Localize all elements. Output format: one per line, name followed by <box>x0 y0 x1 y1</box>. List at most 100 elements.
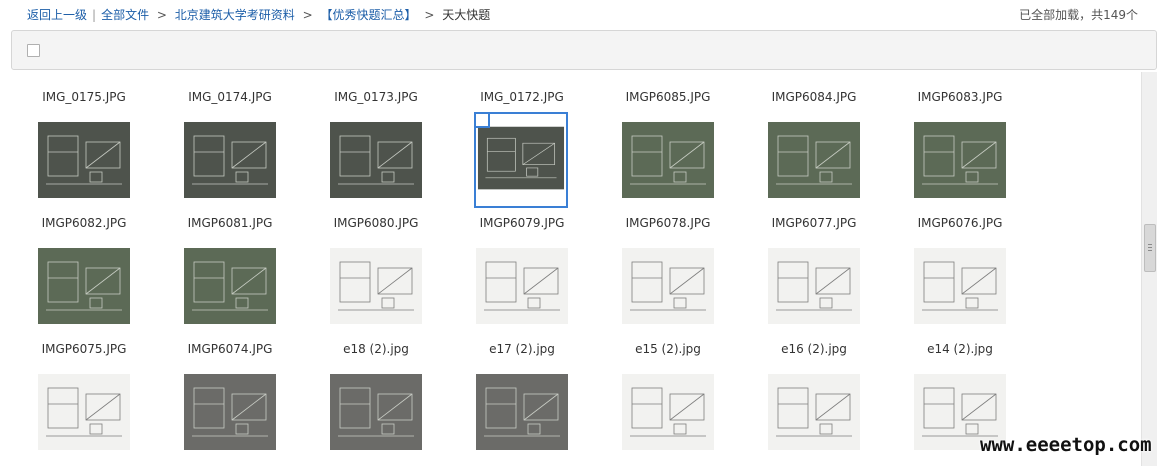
file-thumbnail[interactable] <box>474 112 568 208</box>
file-thumbnail[interactable] <box>38 248 130 324</box>
file-item[interactable]: e15 (2).jpg <box>595 322 741 450</box>
sketch-image-icon <box>184 374 276 450</box>
file-name: e16 (2).jpg <box>781 342 847 356</box>
file-item[interactable]: IMGP6085.JPG <box>595 70 741 198</box>
scrollbar-grip <box>1148 250 1152 251</box>
file-name: IMGP6085.JPG <box>625 90 711 104</box>
scrollbar-thumb[interactable] <box>1144 224 1156 272</box>
file-item[interactable]: IMGP6079.JPG <box>449 196 595 324</box>
breadcrumb-level1-link[interactable]: 北京建筑大学考研资料 <box>175 8 295 22</box>
file-name: e15 (2).jpg <box>635 342 701 356</box>
file-name: IMGP6081.JPG <box>187 216 273 230</box>
sketch-image-icon <box>914 122 1006 198</box>
sketch-image-icon <box>622 248 714 324</box>
file-item[interactable]: IMGP6078.JPG <box>595 196 741 324</box>
file-item[interactable]: IMG_0172.JPG <box>449 70 595 208</box>
file-thumbnail[interactable] <box>330 248 422 324</box>
back-link[interactable]: 返回上一级 <box>27 8 87 22</box>
file-thumbnail[interactable] <box>768 248 860 324</box>
file-thumbnail[interactable] <box>38 374 130 450</box>
file-thumbnail[interactable] <box>622 248 714 324</box>
file-name: e18 (2).jpg <box>343 342 409 356</box>
file-grid: IMG_0175.JPG IMG_0174.JPG IMG_0173.JPG IMG_… <box>11 70 1137 466</box>
file-item[interactable]: IMG_0175.JPG <box>11 70 157 198</box>
all-files-link[interactable]: 全部文件 <box>101 8 149 22</box>
breadcrumb-current: 天大快题 <box>442 8 491 22</box>
scrollbar-grip <box>1148 247 1152 248</box>
breadcrumb-separator: > <box>156 8 167 22</box>
file-thumbnail[interactable] <box>330 374 422 450</box>
file-item[interactable]: IMGP6074.JPG <box>157 322 303 450</box>
file-thumbnail[interactable] <box>184 374 276 450</box>
file-thumbnail[interactable] <box>914 122 1006 198</box>
file-name: IMGP6083.JPG <box>917 90 1003 104</box>
file-name: IMG_0173.JPG <box>334 90 418 104</box>
file-item[interactable]: IMGP6084.JPG <box>741 70 887 198</box>
file-name: IMGP6079.JPG <box>479 216 565 230</box>
sketch-image-icon <box>330 374 422 450</box>
file-name: IMGP6074.JPG <box>187 342 273 356</box>
file-thumbnail[interactable] <box>768 122 860 198</box>
breadcrumb-pipe: | <box>92 8 97 22</box>
file-thumbnail[interactable] <box>622 374 714 450</box>
file-name: IMGP6080.JPG <box>333 216 419 230</box>
sketch-image-icon <box>914 248 1006 324</box>
file-item[interactable]: e16 (2).jpg <box>741 322 887 450</box>
file-thumbnail[interactable] <box>622 122 714 198</box>
file-item[interactable]: IMGP6082.JPG <box>11 196 157 324</box>
select-all-checkbox[interactable] <box>27 44 40 57</box>
file-name: IMG_0174.JPG <box>188 90 272 104</box>
file-name: e17 (2).jpg <box>489 342 555 356</box>
file-thumbnail[interactable] <box>330 122 422 198</box>
vertical-scrollbar[interactable] <box>1141 72 1157 466</box>
breadcrumb-separator: > <box>302 8 313 22</box>
sketch-image-icon <box>768 374 860 450</box>
file-thumbnail[interactable] <box>768 374 860 450</box>
sketch-image-icon <box>622 374 714 450</box>
file-name: IMGP6082.JPG <box>41 216 127 230</box>
file-name: IMGP6075.JPG <box>41 342 127 356</box>
breadcrumb-separator: > <box>424 8 435 22</box>
file-item[interactable]: IMGP6083.JPG <box>887 70 1033 198</box>
file-name: IMGP6084.JPG <box>771 90 857 104</box>
file-item[interactable]: e14 (2).jpg <box>887 322 1033 450</box>
file-item[interactable]: e17 (2).jpg <box>449 322 595 450</box>
toolbar <box>11 30 1157 70</box>
file-thumbnail[interactable] <box>184 248 276 324</box>
file-item[interactable]: IMGP6081.JPG <box>157 196 303 324</box>
sketch-image-icon <box>476 374 568 450</box>
selection-checkbox[interactable] <box>474 112 490 128</box>
file-item[interactable]: IMGP6077.JPG <box>741 196 887 324</box>
file-item[interactable]: IMGP6080.JPG <box>303 196 449 324</box>
file-thumbnail[interactable] <box>184 122 276 198</box>
sketch-image-icon <box>38 122 130 198</box>
file-item[interactable]: e18 (2).jpg <box>303 322 449 450</box>
breadcrumb-bar: 返回上一级 | 全部文件 > 北京建筑大学考研资料 > 【优秀快题汇总】 > 天大快… <box>0 0 1158 30</box>
file-name: IMG_0175.JPG <box>42 90 126 104</box>
sketch-image-icon <box>184 122 276 198</box>
file-item[interactable]: IMGP6076.JPG <box>887 196 1033 324</box>
file-name: IMGP6076.JPG <box>917 216 1003 230</box>
file-thumbnail[interactable] <box>914 248 1006 324</box>
file-item[interactable]: IMG_0174.JPG <box>157 70 303 198</box>
breadcrumb: 返回上一级 | 全部文件 > 北京建筑大学考研资料 > 【优秀快题汇总】 > 天大快… <box>27 0 490 30</box>
breadcrumb-level2-link[interactable]: 【优秀快题汇总】 <box>321 8 417 22</box>
file-item[interactable]: IMG_0173.JPG <box>303 70 449 198</box>
file-item[interactable]: IMGP6075.JPG <box>11 322 157 450</box>
sketch-image-icon <box>768 122 860 198</box>
file-name: IMGP6078.JPG <box>625 216 711 230</box>
file-name: IMGP6077.JPG <box>771 216 857 230</box>
sketch-image-icon <box>622 122 714 198</box>
scrollbar-grip <box>1148 244 1152 245</box>
file-thumbnail[interactable] <box>38 122 130 198</box>
watermark-text: www.eeeetop.com <box>980 434 1152 456</box>
sketch-image-icon <box>768 248 860 324</box>
file-thumbnail[interactable] <box>476 248 568 324</box>
sketch-image-icon <box>330 122 422 198</box>
sketch-image-icon <box>38 374 130 450</box>
sketch-image-icon <box>38 248 130 324</box>
file-thumbnail[interactable] <box>476 374 568 450</box>
sketch-image-icon <box>330 248 422 324</box>
file-name: IMG_0172.JPG <box>480 90 564 104</box>
loaded-count-status: 已全部加载，共149个 <box>1019 8 1138 22</box>
